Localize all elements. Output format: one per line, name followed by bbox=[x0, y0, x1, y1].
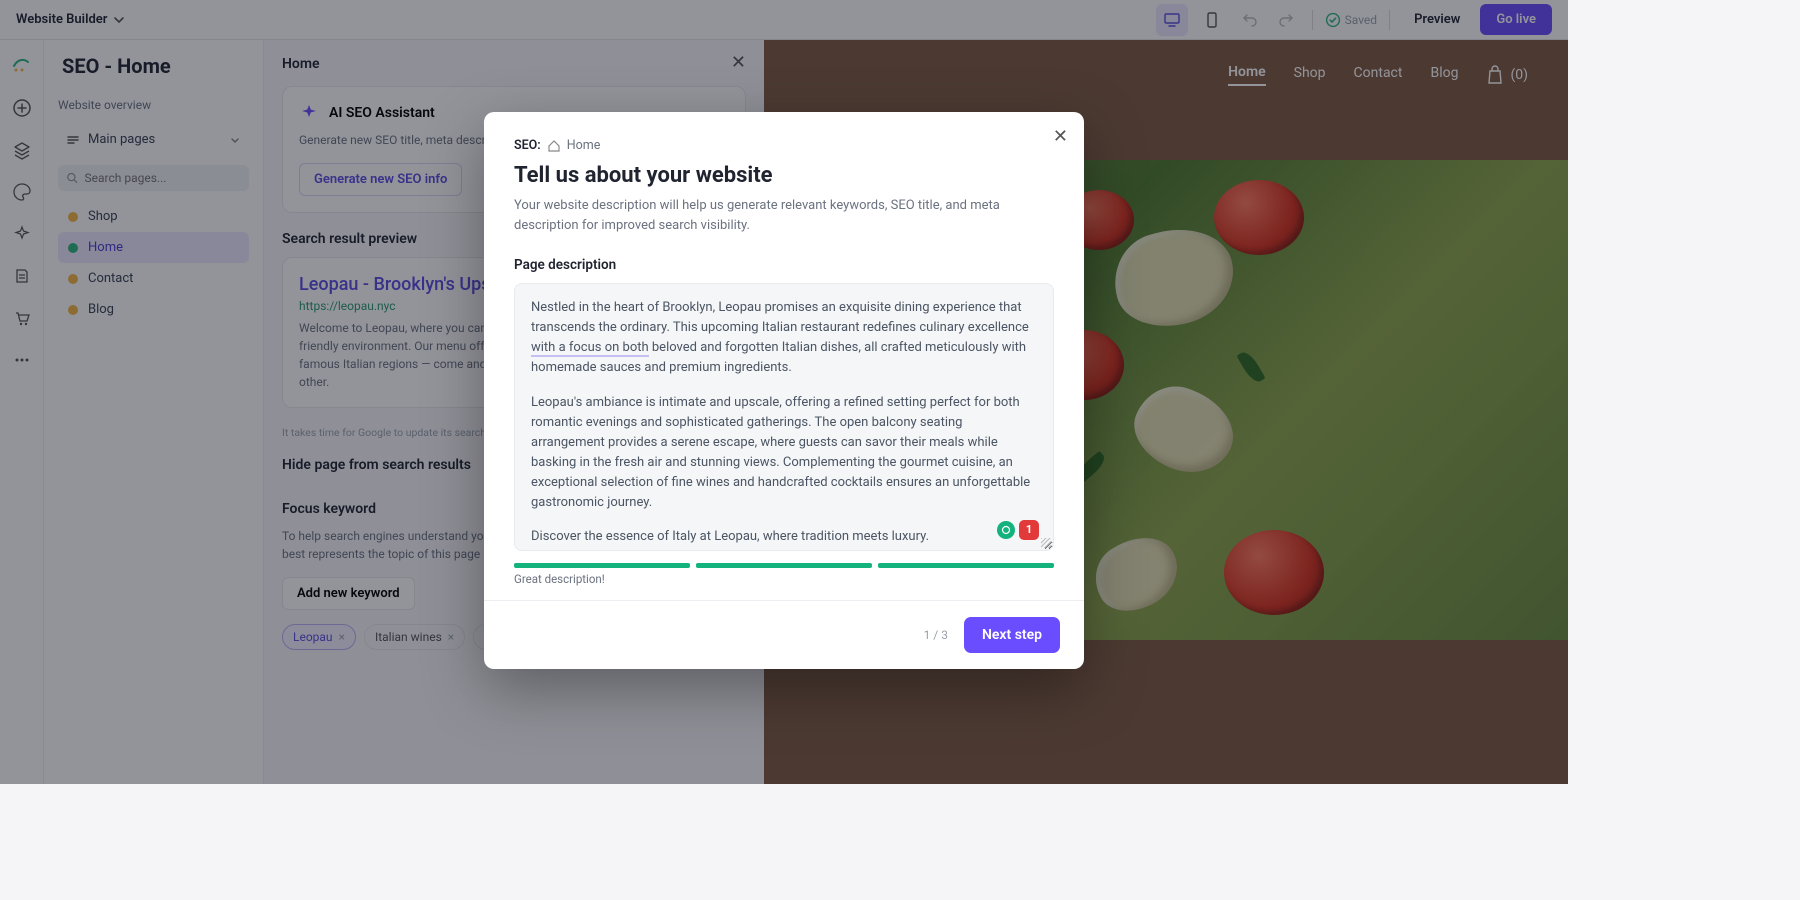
modal-title: Tell us about your website bbox=[514, 163, 1054, 188]
grammarly-icon[interactable] bbox=[997, 521, 1015, 539]
seo-wizard-modal: ✕ SEO: Home Tell us about your website Y… bbox=[484, 112, 1084, 669]
strength-bar bbox=[514, 563, 690, 568]
seo-label: SEO: bbox=[514, 138, 541, 153]
resize-handle[interactable] bbox=[1041, 538, 1051, 548]
strength-bar bbox=[878, 563, 1054, 568]
home-icon bbox=[547, 139, 561, 153]
strength-label: Great description! bbox=[514, 572, 1054, 586]
modal-footer: 1 / 3 Next step bbox=[484, 600, 1084, 669]
strength-bar bbox=[696, 563, 872, 568]
modal-subtitle: Your website description will help us ge… bbox=[514, 196, 1054, 235]
step-indicator: 1 / 3 bbox=[924, 628, 948, 642]
modal-close-button[interactable]: ✕ bbox=[1053, 126, 1068, 147]
description-para: Nestled in the heart of Brooklyn, Leopau… bbox=[531, 298, 1037, 379]
field-label: Page description bbox=[514, 257, 1054, 273]
grammar-highlight: with a focus on both bbox=[531, 340, 649, 357]
modal-breadcrumb: SEO: Home bbox=[514, 138, 1054, 153]
description-para: Discover the essence of Italy at Leopau,… bbox=[531, 527, 1037, 547]
error-count-badge[interactable]: 1 bbox=[1019, 520, 1039, 540]
page-name: Home bbox=[567, 138, 601, 153]
description-textarea[interactable]: Nestled in the heart of Brooklyn, Leopau… bbox=[514, 283, 1054, 551]
next-step-button[interactable]: Next step bbox=[964, 617, 1060, 653]
description-para: Leopau's ambiance is intimate and upscal… bbox=[531, 393, 1037, 514]
grammar-badges: 1 bbox=[997, 520, 1039, 540]
strength-meter bbox=[514, 563, 1054, 568]
